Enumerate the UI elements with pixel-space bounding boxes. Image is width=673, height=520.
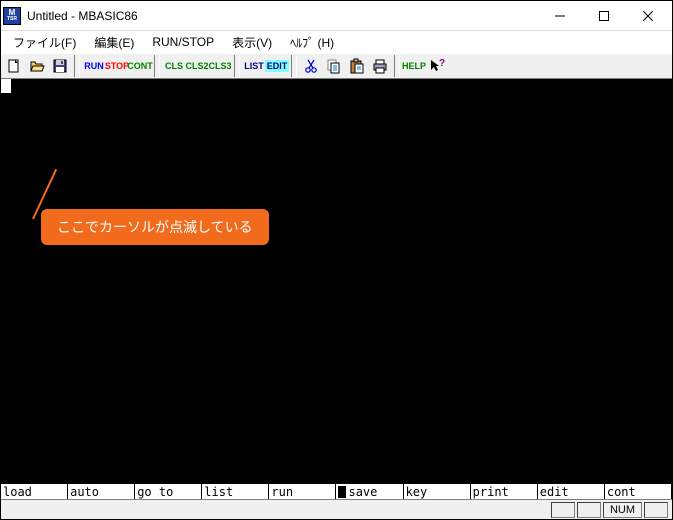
edit-label: EDIT bbox=[265, 60, 290, 72]
menu-runstop[interactable]: RUN/STOP bbox=[144, 33, 222, 51]
fkey-f9[interactable]: edit bbox=[538, 484, 605, 499]
fkey-f3[interactable]: go to bbox=[135, 484, 202, 499]
toolbar-separator bbox=[234, 55, 240, 77]
cls2-label: CLS2 bbox=[186, 61, 209, 71]
fkey-label: key bbox=[406, 485, 428, 499]
cls-label: CLS bbox=[165, 61, 183, 71]
cls3-button[interactable]: CLS3 bbox=[209, 55, 231, 77]
edit-button[interactable]: EDIT bbox=[266, 55, 288, 77]
fkey-f4[interactable]: list bbox=[202, 484, 269, 499]
printer-icon bbox=[372, 58, 388, 74]
text-cursor bbox=[1, 79, 11, 93]
cls-button[interactable]: CLS bbox=[163, 55, 185, 77]
toolbar-separator bbox=[394, 55, 400, 77]
new-file-icon bbox=[6, 58, 22, 74]
save-disk-icon bbox=[52, 58, 68, 74]
help-button[interactable]: HELP bbox=[403, 55, 425, 77]
fkey-f8[interactable]: print bbox=[471, 484, 538, 499]
cls2-button[interactable]: CLS2 bbox=[186, 55, 208, 77]
print-button[interactable] bbox=[369, 55, 391, 77]
maximize-icon bbox=[599, 11, 609, 21]
new-button[interactable] bbox=[3, 55, 25, 77]
window-controls bbox=[538, 2, 670, 30]
fkey-label: load bbox=[3, 485, 32, 499]
fkey-label: list bbox=[204, 485, 233, 499]
status-kana bbox=[577, 502, 601, 518]
paste-clipboard-icon bbox=[349, 58, 365, 74]
statusbar: NUM bbox=[1, 499, 672, 519]
minimize-button[interactable] bbox=[538, 2, 582, 30]
save-button[interactable] bbox=[49, 55, 71, 77]
list-label: LIST bbox=[244, 61, 264, 71]
function-key-bar: load auto go to list run save key print … bbox=[1, 483, 672, 499]
maximize-button[interactable] bbox=[582, 2, 626, 30]
whatsthis-button[interactable]: ? bbox=[426, 55, 448, 77]
cut-button[interactable] bbox=[300, 55, 322, 77]
run-label: RUN bbox=[83, 61, 105, 71]
close-button[interactable] bbox=[626, 2, 670, 30]
toolbar-separator bbox=[154, 55, 160, 77]
fkey-f5[interactable]: run bbox=[269, 484, 336, 499]
fkey-label: run bbox=[271, 485, 293, 499]
copy-icon bbox=[326, 58, 342, 74]
toolbar-separator bbox=[291, 55, 297, 77]
paste-button[interactable] bbox=[346, 55, 368, 77]
window-title: Untitled - MBASIC86 bbox=[27, 9, 538, 23]
run-button[interactable]: RUN bbox=[83, 55, 105, 77]
cut-scissors-icon bbox=[303, 58, 319, 74]
open-folder-icon bbox=[29, 58, 45, 74]
menu-help[interactable]: ﾍﾙﾌﾟ (H) bbox=[282, 32, 342, 53]
status-caps bbox=[551, 502, 575, 518]
fkey-divider-mark bbox=[338, 486, 346, 498]
fkey-f2[interactable]: auto bbox=[68, 484, 135, 499]
cls3-label: CLS3 bbox=[209, 61, 232, 71]
callout-text: ここでカーソルが点滅している bbox=[41, 209, 269, 245]
help-label: HELP bbox=[402, 61, 426, 71]
cont-label: CONT bbox=[126, 61, 154, 71]
stop-button[interactable]: STOP bbox=[106, 55, 128, 77]
app-window: M TSR Untitled - MBASIC86 ファイル(F) 編集(E) … bbox=[0, 0, 673, 520]
fkey-label: cont bbox=[607, 485, 636, 499]
fkey-label: save bbox=[348, 485, 377, 499]
app-icon: M TSR bbox=[3, 7, 21, 25]
titlebar: M TSR Untitled - MBASIC86 bbox=[1, 1, 672, 31]
fkey-label: print bbox=[473, 485, 509, 499]
menu-file[interactable]: ファイル(F) bbox=[5, 32, 84, 53]
editor-area[interactable]: ここでカーソルが点滅している bbox=[1, 79, 672, 483]
fkey-f7[interactable]: key bbox=[404, 484, 471, 499]
menu-view[interactable]: 表示(V) bbox=[224, 32, 280, 53]
fkey-f6[interactable]: save bbox=[336, 484, 403, 499]
annotation-callout: ここでカーソルが点滅している bbox=[41, 209, 269, 245]
status-scroll bbox=[644, 502, 668, 518]
cont-button[interactable]: CONT bbox=[129, 55, 151, 77]
fkey-label: go to bbox=[137, 485, 173, 499]
help-cursor-icon: ? bbox=[429, 58, 445, 74]
svg-text:?: ? bbox=[439, 58, 445, 69]
fkey-f1[interactable]: load bbox=[1, 484, 68, 499]
open-button[interactable] bbox=[26, 55, 48, 77]
toolbar-separator bbox=[74, 55, 80, 77]
menubar: ファイル(F) 編集(E) RUN/STOP 表示(V) ﾍﾙﾌﾟ (H) bbox=[1, 31, 672, 53]
minimize-icon bbox=[555, 11, 565, 21]
status-num: NUM bbox=[603, 502, 642, 518]
list-button[interactable]: LIST bbox=[243, 55, 265, 77]
menu-edit[interactable]: 編集(E) bbox=[86, 32, 142, 53]
copy-button[interactable] bbox=[323, 55, 345, 77]
fkey-f10[interactable]: cont bbox=[605, 484, 672, 499]
toolbar: RUN STOP CONT CLS CLS2 CLS3 LIST EDIT HE… bbox=[1, 53, 672, 79]
close-icon bbox=[643, 11, 653, 21]
fkey-label: edit bbox=[540, 485, 569, 499]
fkey-label: auto bbox=[70, 485, 99, 499]
